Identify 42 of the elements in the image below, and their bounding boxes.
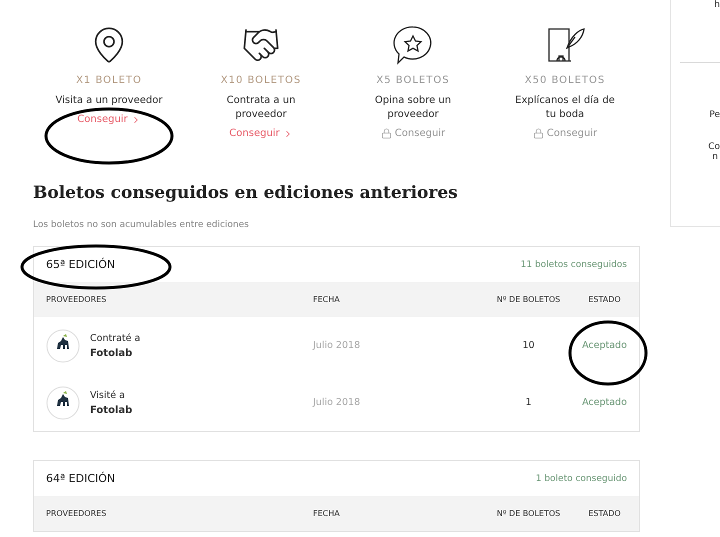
get-link[interactable]: Conseguir	[532, 128, 598, 139]
table-cell-text: Julio 2018	[313, 340, 362, 351]
provider-label: Visité a Fotolab	[90, 388, 132, 418]
ticket-count: X5 BOLETOS	[376, 75, 450, 86]
column-header: FECHA	[313, 295, 341, 304]
ticket-count: X1 BOLETO	[76, 75, 142, 86]
get-link[interactable]: Conseguir	[380, 128, 446, 139]
edition-title: 64ª EDICIÓN	[46, 472, 116, 485]
column-header: FECHA	[313, 509, 341, 518]
column-header: PROVEEDORES	[46, 295, 108, 304]
sidebar-text: h	[714, 0, 720, 10]
sidebar-text: n	[712, 152, 718, 162]
get-link[interactable]: Conseguir	[229, 128, 293, 139]
edition-title: 65ª EDICIÓN	[46, 258, 116, 271]
feature-description: Contrata a un proveedor	[226, 94, 296, 122]
ticket-count: X10 BOLETOS	[220, 75, 302, 86]
section-heading: Boletos conseguidos en ediciones anteriores	[33, 183, 459, 203]
feature-description: Opina sobre un proveedor	[374, 94, 452, 122]
feature-description: Explícanos el día de tu boda	[514, 94, 616, 122]
section-subtitle: Los boletos no son acumulables entre ediciones	[33, 220, 250, 230]
column-header: Nº DE BOLETOS	[496, 295, 562, 304]
ticket-count: X50 BOLETOS	[524, 75, 606, 86]
lock-icon	[532, 128, 544, 139]
table-cell-text: 1	[524, 397, 533, 408]
sidebar-text: Pe	[709, 110, 720, 120]
lock-icon	[380, 128, 392, 139]
column-header: ESTADO	[587, 295, 622, 304]
sidebar-text: Co	[708, 142, 720, 152]
provider-label: Contraté a Fotolab	[90, 332, 140, 360]
status-text: Aceptado	[582, 340, 627, 351]
ticket-total: 1 boleto conseguido	[536, 474, 627, 484]
status-text: Aceptado	[582, 397, 627, 408]
feature-description: Visita a un proveedor	[54, 94, 164, 108]
column-header: PROVEEDORES	[46, 509, 108, 518]
get-link[interactable]: Conseguir	[77, 114, 141, 125]
table-cell-text: Julio 2018	[313, 397, 362, 408]
provider-logo	[46, 386, 80, 420]
table-cell-text: 10	[521, 340, 536, 351]
column-header: Nº DE BOLETOS	[496, 509, 562, 518]
column-header: ESTADO	[587, 509, 622, 518]
provider-logo	[46, 328, 80, 362]
ticket-total: 11 boletos conseguidos	[520, 260, 627, 270]
